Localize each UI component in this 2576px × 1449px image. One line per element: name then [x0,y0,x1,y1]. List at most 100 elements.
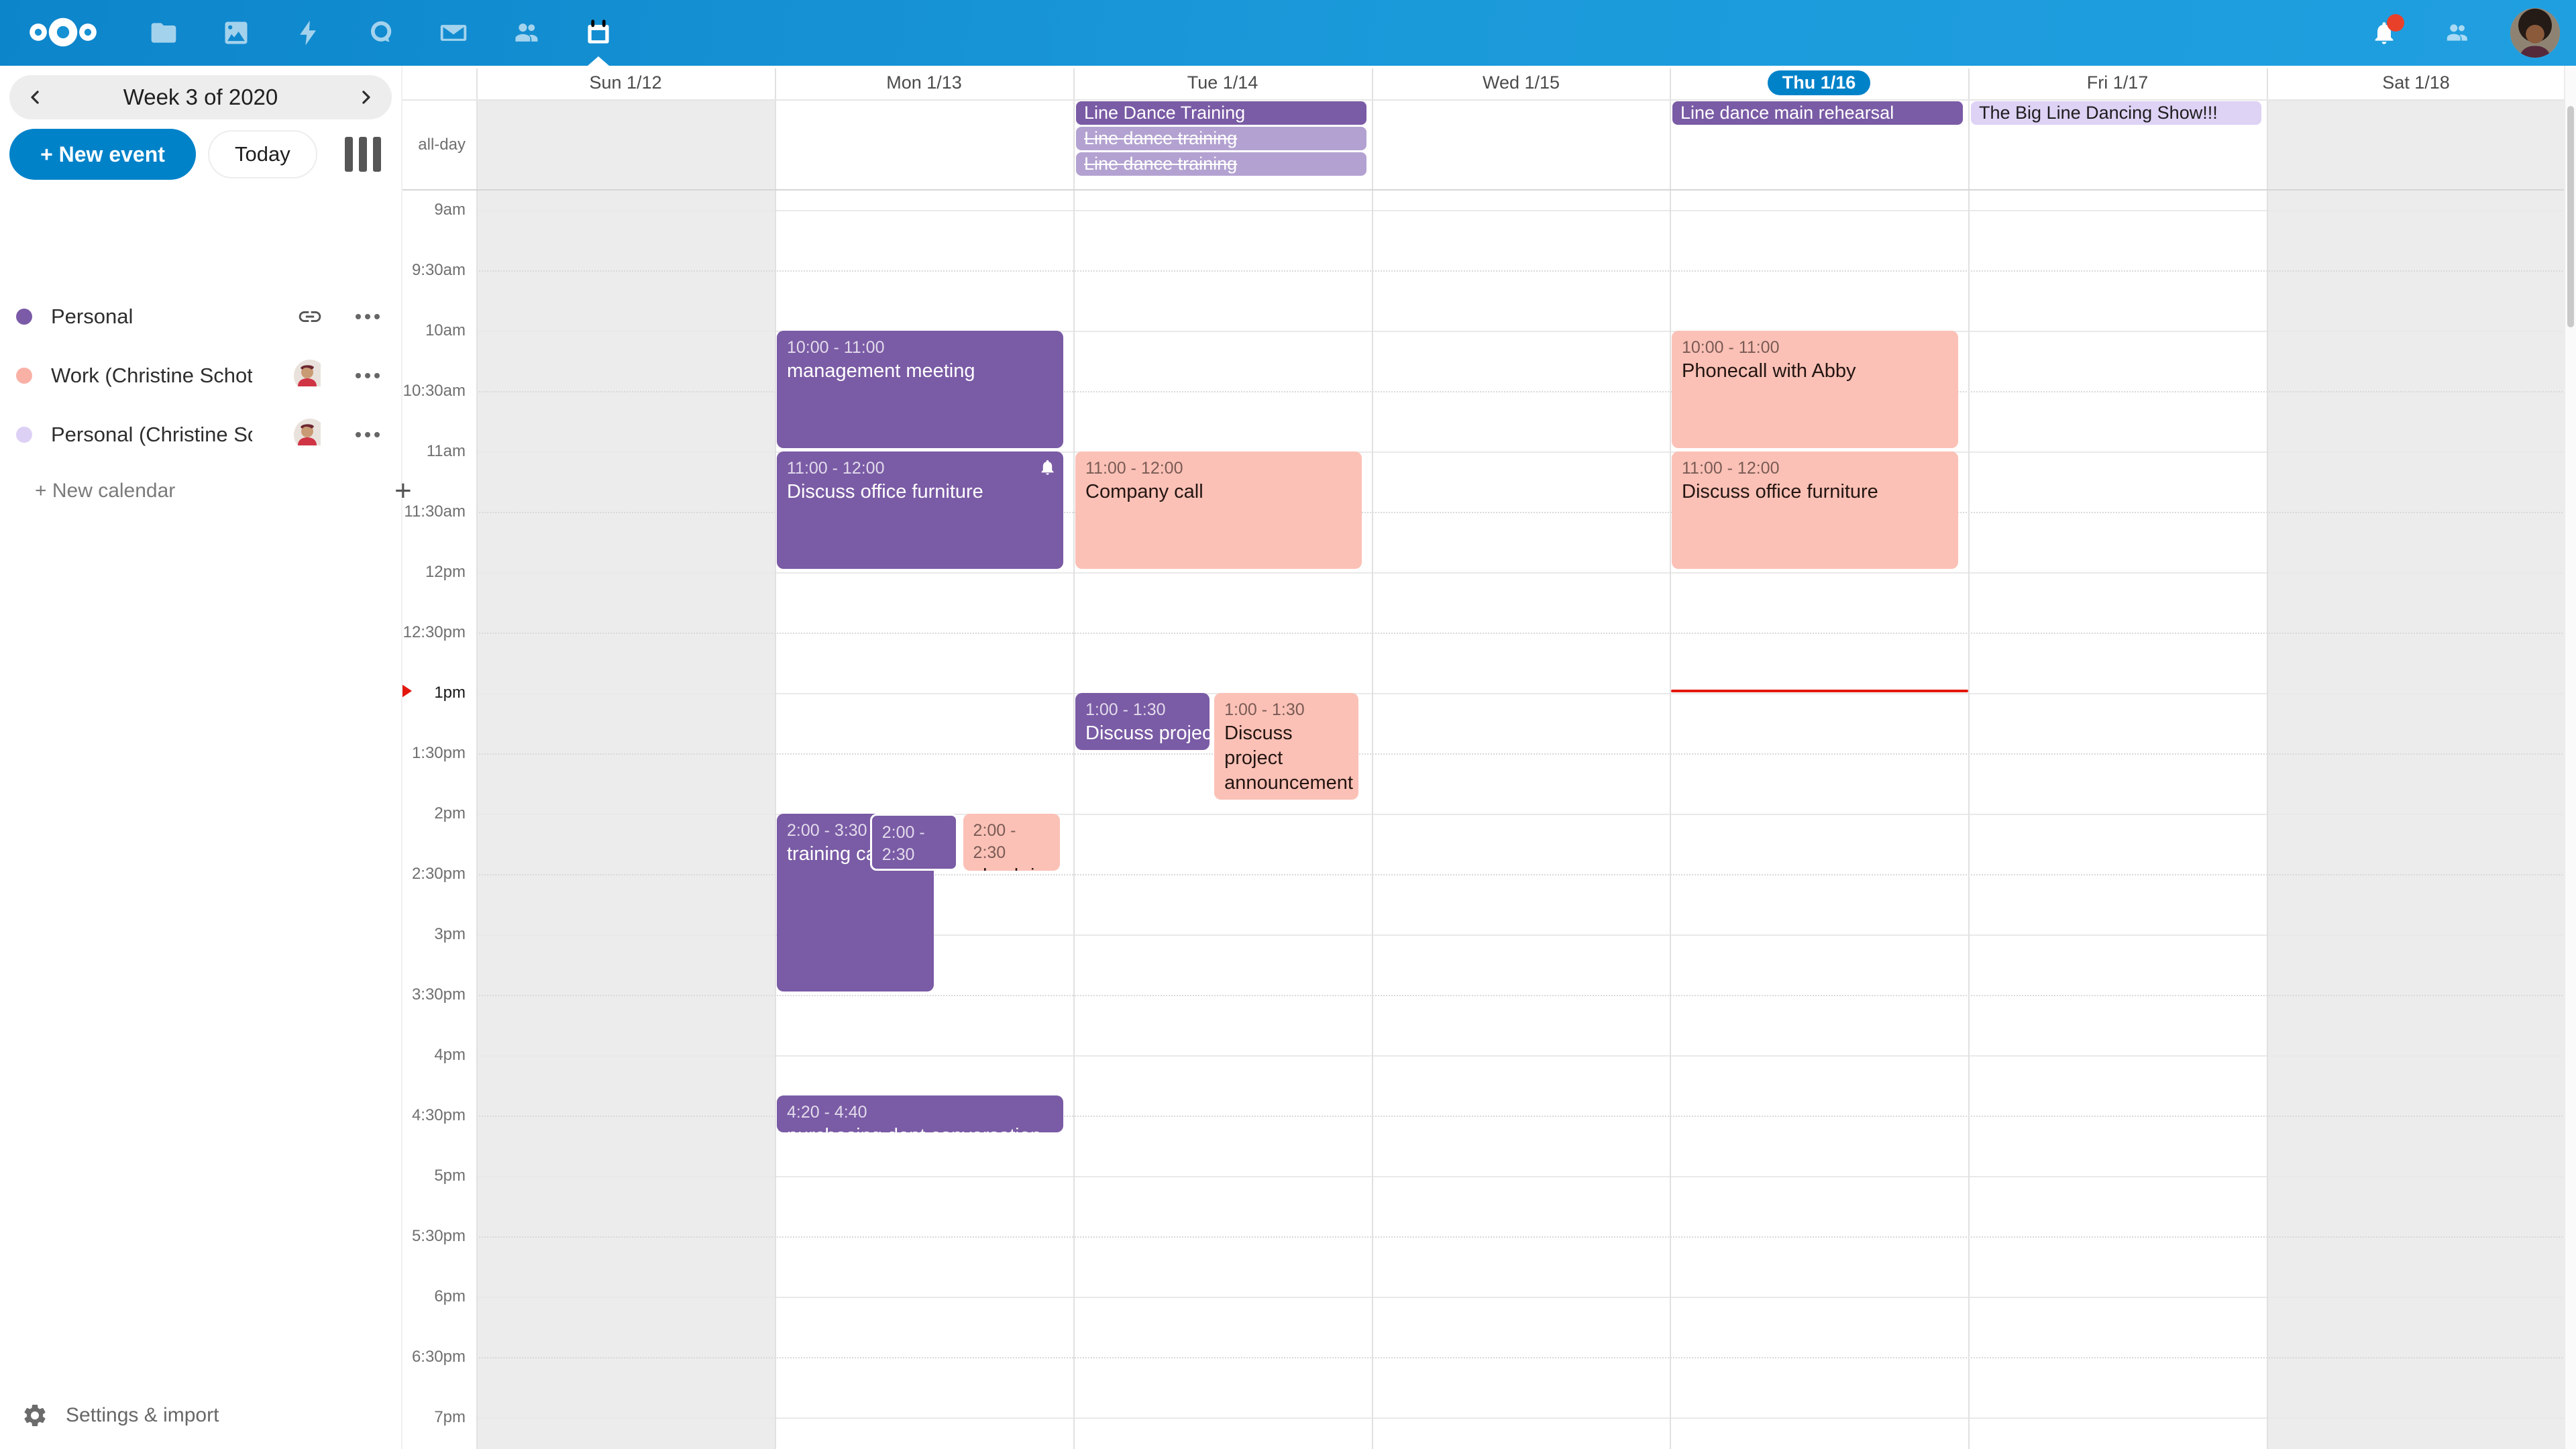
allday-event[interactable]: Line dance main rehearsal [1672,101,1963,125]
event[interactable]: 4:20 - 4:40 purchasing dept conversation [777,1095,1063,1132]
event[interactable]: 11:00 - 12:00 Company call [1075,451,1362,569]
event[interactable]: 2:00 - 2:30 check-in [870,814,959,871]
gear-icon [21,1402,48,1429]
day-column[interactable] [1968,189,2267,1449]
calendar-item-1[interactable]: Work (Christine Schott) [0,346,401,405]
event[interactable]: 11:00 - 12:00 Discuss office furniture [777,451,1063,569]
new-calendar-button[interactable]: + New calendar+ [0,464,401,518]
event-time: 1:00 - 1:30 [1224,699,1350,721]
time-label: 5:30pm [401,1226,466,1247]
next-week-button[interactable] [339,75,392,119]
allday-event[interactable]: The Big Line Dancing Show!!! [1971,101,2261,125]
user-avatar[interactable] [2510,8,2560,58]
time-label: 3pm [401,924,466,945]
share-link-icon[interactable] [294,301,326,333]
time-label: 9am [401,199,466,221]
calendar-name: Personal [51,305,133,329]
calendar-list: Personal Work (Christine Schott) Persona… [0,287,401,518]
event-title: Discuss project announcement [1224,721,1350,796]
active-app-caret [588,56,609,66]
day-header-2[interactable]: Tue 1/14 [1073,66,1372,99]
day-header-4[interactable]: Thu 1/16 [1670,66,1968,99]
scrollbar-thumb[interactable] [2567,106,2574,327]
scrollbar [2564,66,2576,1449]
time-label: 7pm [401,1407,466,1428]
new-event-button[interactable]: + New event [9,129,196,180]
header-divider [401,99,2576,101]
contacts-menu-icon[interactable] [2438,14,2475,52]
calendar-color-dot [16,368,32,384]
talk-icon [366,18,396,48]
day-column[interactable] [1073,189,1372,1449]
event[interactable]: 1:00 - 1:30 Discuss project announcement [1075,693,1210,750]
app-calendar[interactable] [562,0,635,66]
calendar-item-2[interactable]: Personal (Christine Scho...) [0,405,401,464]
event-title: check-in [973,864,1052,871]
allday-event[interactable]: Line Dance Training [1076,101,1366,125]
event[interactable]: 11:00 - 12:00 Discuss office furniture [1672,451,1958,569]
event-time: 11:00 - 12:00 [1085,458,1354,480]
event-time: 11:00 - 12:00 [787,458,1055,480]
app-navigation [127,0,635,66]
calendar-actions-menu-icon[interactable] [356,373,380,378]
calendar-actions-menu-icon[interactable] [356,314,380,319]
day-column[interactable] [2267,189,2565,1449]
nextcloud-logo[interactable] [25,13,101,52]
topbar-right [2365,0,2560,66]
event[interactable]: 10:00 - 11:00 Phonecall with Abby [1672,331,1958,448]
app-mail[interactable] [417,0,490,66]
photos-icon [221,18,251,48]
day-header-5[interactable]: Fri 1/17 [1968,66,2267,99]
event-title: Phonecall with Abby [1682,359,1950,384]
day-header-3[interactable]: Wed 1/15 [1372,66,1670,99]
event[interactable]: 1:00 - 1:30 Discuss project announcement [1214,693,1358,800]
link-icon [297,303,323,330]
new-calendar-label: + New calendar [35,480,175,502]
time-label: 3:30pm [401,984,466,1006]
previous-week-button[interactable] [9,75,62,119]
day-header-0[interactable]: Sun 1/12 [476,66,775,99]
notifications-bell-icon[interactable] [2365,14,2403,52]
today-button[interactable]: Today [208,130,317,178]
day-column[interactable] [476,189,775,1449]
event-title: Discuss office furniture [1682,480,1950,504]
event[interactable]: 2:00 - 2:30 check-in [963,814,1060,871]
sidebar: Week 3 of 2020 + New event Today Persona… [0,66,402,1449]
notification-dot [2387,14,2404,32]
calendar-name: Personal (Christine Scho...) [51,423,252,447]
calendar-color-dot [16,427,32,443]
time-label: 12:30pm [401,622,466,643]
app-activity[interactable] [272,0,345,66]
app-photos[interactable] [200,0,272,66]
calendar-actions-menu-icon[interactable] [356,432,380,437]
topbar [0,0,2576,66]
time-label: 5pm [401,1165,466,1187]
day-column[interactable] [1372,189,1670,1449]
calendar-item-0[interactable]: Personal [0,287,401,346]
time-label: 10:30am [401,380,466,402]
app-files[interactable] [127,0,200,66]
bell-icon [1038,458,1057,476]
folder-icon [149,18,178,48]
app-talk[interactable] [345,0,417,66]
day-header-6[interactable]: Sat 1/18 [2267,66,2565,99]
week-label[interactable]: Week 3 of 2020 [62,85,339,110]
event-time: 2:00 - 2:30 [973,820,1052,864]
plus-icon: + [394,474,412,508]
contacts-icon [511,18,541,48]
event[interactable]: 10:00 - 11:00 management meeting [777,331,1063,448]
app-contacts[interactable] [490,0,562,66]
view-toggle-icon[interactable] [345,137,381,172]
allday-event[interactable]: Line dance training [1076,127,1366,150]
event-title: management meeting [787,359,1055,384]
time-label: 2pm [401,803,466,824]
sidebar-actions: + New event Today [9,129,392,180]
event-title: check-in [882,866,949,871]
allday-event[interactable]: Line dance training [1076,152,1366,176]
today-pill[interactable]: Thu 1/16 [1768,70,1871,95]
event-time: 10:00 - 11:00 [1682,337,1950,359]
day-header-1[interactable]: Mon 1/13 [775,66,1073,99]
calendar-owner-avatar [294,419,326,451]
settings-import-button[interactable]: Settings & import [0,1394,401,1437]
time-label: 12pm [401,561,466,583]
